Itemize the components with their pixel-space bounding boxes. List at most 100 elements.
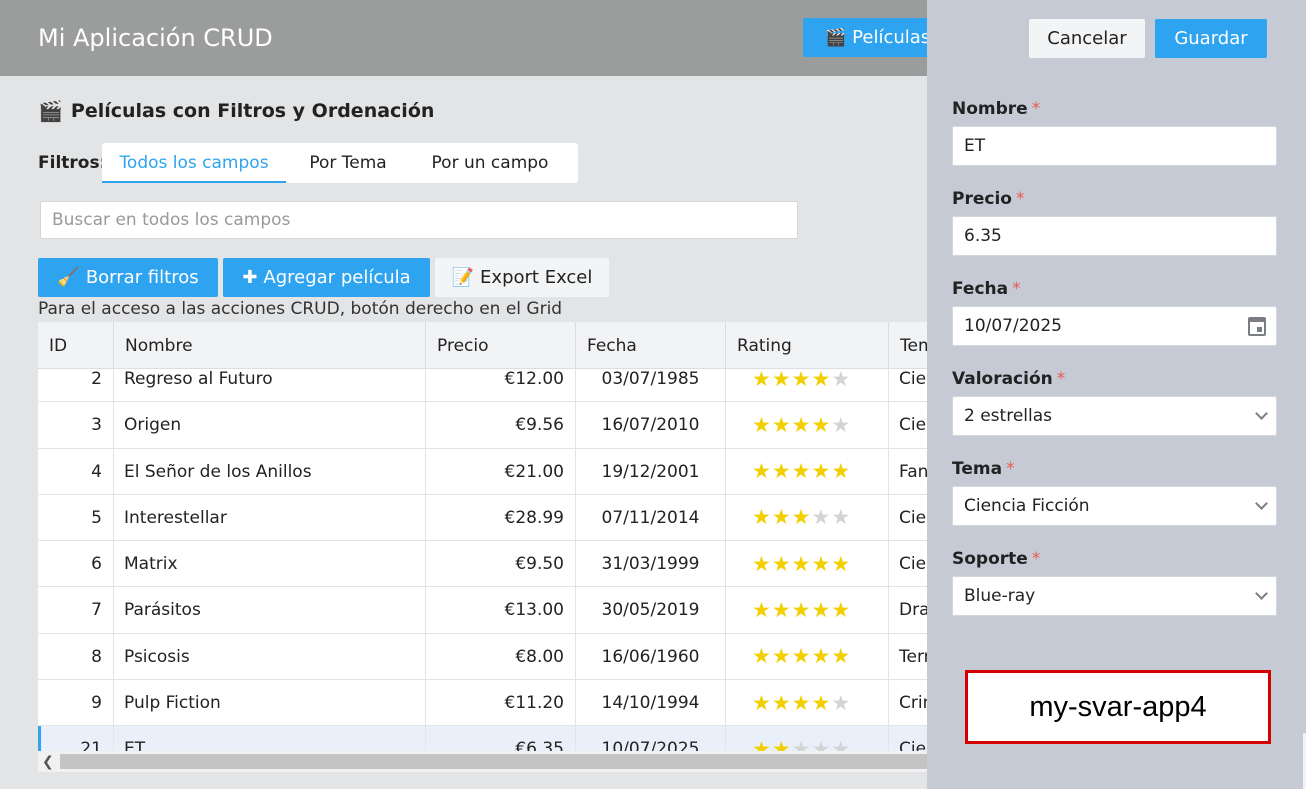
soporte-select[interactable]: Blue-ray bbox=[952, 576, 1277, 616]
table-row[interactable]: 9Pulp Fiction€11.2014/10/1994★★★★★Crimen bbox=[38, 680, 927, 727]
add-movie-button[interactable]: ✚ Agregar película bbox=[223, 258, 430, 297]
table-row[interactable]: 3Origen€9.5616/07/2010★★★★★Ciencia Ficci… bbox=[38, 402, 927, 449]
valoracion-label-text: Valoración bbox=[952, 369, 1053, 389]
cell-tema: Ciencia Ficción bbox=[899, 415, 927, 436]
cell-rating: ★ ★ ★ ★ ★ bbox=[726, 494, 889, 541]
star-empty-icon: ★ bbox=[831, 736, 852, 751]
star-filled-icon: ★ bbox=[771, 459, 792, 484]
plus-icon: ✚ bbox=[242, 267, 258, 288]
cell-rating: ★ ★ ★ ★ ★ bbox=[726, 369, 889, 402]
cell-rating: ★ ★ ★ ★ ★ bbox=[726, 587, 889, 634]
star-empty-icon: ★ bbox=[811, 505, 832, 530]
precio-field[interactable]: 6.35 bbox=[952, 216, 1277, 256]
cancel-button[interactable]: Cancelar bbox=[1029, 19, 1145, 58]
star-filled-icon: ★ bbox=[771, 505, 792, 530]
scrollbar-thumb[interactable] bbox=[60, 754, 927, 769]
chevron-down-icon bbox=[1255, 487, 1268, 525]
app-name-watermark: my-svar-app4 bbox=[965, 670, 1271, 744]
table-row[interactable]: 2 Regreso al Futuro €12.00 03/07/1985 ★ ★ ★ ★ ★ C… bbox=[38, 369, 927, 403]
column-header-precio[interactable]: Precio bbox=[426, 322, 576, 369]
nombre-label: Nombre * bbox=[952, 99, 1040, 119]
export-excel-button[interactable]: 📝 Export Excel bbox=[435, 258, 609, 297]
cell-rating: ★ ★ ★ ★ ★ bbox=[726, 726, 889, 751]
required-mark: * bbox=[1006, 459, 1015, 479]
movies-nav-button[interactable]: 🎬 Películas bbox=[803, 18, 943, 57]
cell-nombre: Interestellar bbox=[114, 494, 426, 541]
table-row[interactable]: 6Matrix€9.5031/03/1999★★★★★Ciencia Ficci… bbox=[38, 541, 927, 588]
valoracion-select[interactable]: 2 estrellas bbox=[952, 396, 1277, 436]
scroll-left-icon[interactable]: ❮ bbox=[42, 751, 54, 772]
valoracion-value: 2 estrellas bbox=[964, 406, 1052, 426]
cell-fecha: 07/11/2014 bbox=[576, 494, 726, 541]
cell-id: 4 bbox=[38, 448, 114, 495]
cell-precio: €6.35 bbox=[426, 726, 576, 751]
cell-fecha: 16/07/2010 bbox=[576, 402, 726, 449]
valoracion-label: Valoración * bbox=[952, 369, 1065, 389]
page-title-text: Películas con Filtros y Ordenación bbox=[70, 100, 435, 122]
star-empty-icon: ★ bbox=[831, 369, 852, 391]
cell-id: 21 bbox=[38, 726, 114, 751]
tema-label-text: Tema bbox=[952, 459, 1003, 479]
star-empty-icon: ★ bbox=[791, 736, 812, 751]
clear-filters-label: Borrar filtros bbox=[85, 267, 199, 288]
star-filled-icon: ★ bbox=[752, 459, 772, 484]
cell-id: 3 bbox=[38, 402, 114, 449]
fecha-field[interactable]: 10/07/2025 bbox=[952, 306, 1277, 346]
cell-nombre: Regreso al Futuro bbox=[114, 369, 426, 402]
cell-tema: Ciencia Ficción bbox=[899, 369, 927, 389]
tab-all-fields[interactable]: Todos los campos bbox=[102, 143, 286, 183]
calendar-icon bbox=[1248, 316, 1266, 336]
calendar-button[interactable] bbox=[1248, 307, 1266, 345]
column-header-tema[interactable]: Tema bbox=[889, 322, 927, 369]
required-mark: * bbox=[1015, 189, 1025, 209]
star-filled-icon: ★ bbox=[752, 412, 772, 437]
movies-grid[interactable]: ID Nombre Precio Fecha Rating Tema 2Regr… bbox=[38, 322, 927, 772]
cell-nombre: ET bbox=[114, 726, 426, 751]
star-filled-icon: ★ bbox=[791, 644, 812, 669]
cell-precio: €11.20 bbox=[426, 680, 576, 727]
clear-filters-button[interactable]: 🧹 Borrar filtros bbox=[38, 258, 218, 297]
table-row[interactable]: 7Parásitos€13.0030/05/2019★★★★★Drama bbox=[38, 587, 927, 634]
tema-select[interactable]: Ciencia Ficción bbox=[952, 486, 1277, 526]
table-row[interactable]: 21ET€6.3510/07/2025★★★★★Ciencia Ficción bbox=[38, 726, 927, 751]
cell-precio: €9.50 bbox=[426, 541, 576, 588]
star-filled-icon: ★ bbox=[811, 551, 832, 576]
precio-label-text: Precio bbox=[952, 189, 1012, 209]
tab-by-field[interactable]: Por un campo bbox=[410, 143, 570, 183]
cell-nombre: Origen bbox=[114, 402, 426, 449]
star-filled-icon: ★ bbox=[811, 459, 832, 484]
cell-tema: Terror bbox=[899, 646, 927, 667]
add-movie-label: Agregar película bbox=[263, 267, 411, 288]
horizontal-scrollbar[interactable]: ❮ bbox=[38, 751, 927, 772]
search-input[interactable]: Buscar en todos los campos bbox=[40, 201, 798, 239]
star-filled-icon: ★ bbox=[771, 644, 792, 669]
nombre-field[interactable]: ET bbox=[952, 126, 1277, 166]
star-filled-icon: ★ bbox=[811, 597, 832, 622]
star-filled-icon: ★ bbox=[831, 459, 852, 484]
required-mark: * bbox=[1031, 549, 1041, 569]
column-header-rating[interactable]: Rating bbox=[726, 322, 889, 369]
soporte-value: Blue-ray bbox=[964, 586, 1036, 606]
table-row[interactable]: 5Interestellar€28.9907/11/2014★★★★★Cienc… bbox=[38, 494, 927, 542]
cell-id: 6 bbox=[38, 541, 114, 588]
star-filled-icon: ★ bbox=[771, 412, 792, 437]
chevron-down-icon bbox=[1255, 577, 1268, 615]
tab-by-theme[interactable]: Por Tema bbox=[286, 143, 410, 183]
star-filled-icon: ★ bbox=[752, 369, 772, 391]
star-filled-icon: ★ bbox=[752, 736, 772, 751]
table-row[interactable]: 8Psicosis€8.0016/06/1960★★★★★Terror bbox=[38, 633, 927, 681]
movies-nav-label: Películas bbox=[852, 27, 931, 48]
column-header-id[interactable]: ID bbox=[38, 322, 114, 369]
cell-fecha: 14/10/1994 bbox=[576, 680, 726, 727]
column-header-nombre[interactable]: Nombre bbox=[114, 322, 426, 369]
cell-fecha: 30/05/2019 bbox=[576, 587, 726, 634]
column-header-fecha[interactable]: Fecha bbox=[576, 322, 726, 369]
broom-icon: 🧹 bbox=[57, 267, 80, 288]
save-button[interactable]: Guardar bbox=[1155, 19, 1267, 58]
star-filled-icon: ★ bbox=[771, 690, 792, 715]
table-row[interactable]: 4 El Señor de los Anillos €21.00 19/12/2001… bbox=[38, 448, 927, 495]
star-filled-icon: ★ bbox=[771, 369, 792, 391]
cell-nombre: Pulp Fiction bbox=[114, 680, 426, 727]
star-filled-icon: ★ bbox=[752, 597, 772, 622]
star-empty-icon: ★ bbox=[811, 736, 832, 751]
